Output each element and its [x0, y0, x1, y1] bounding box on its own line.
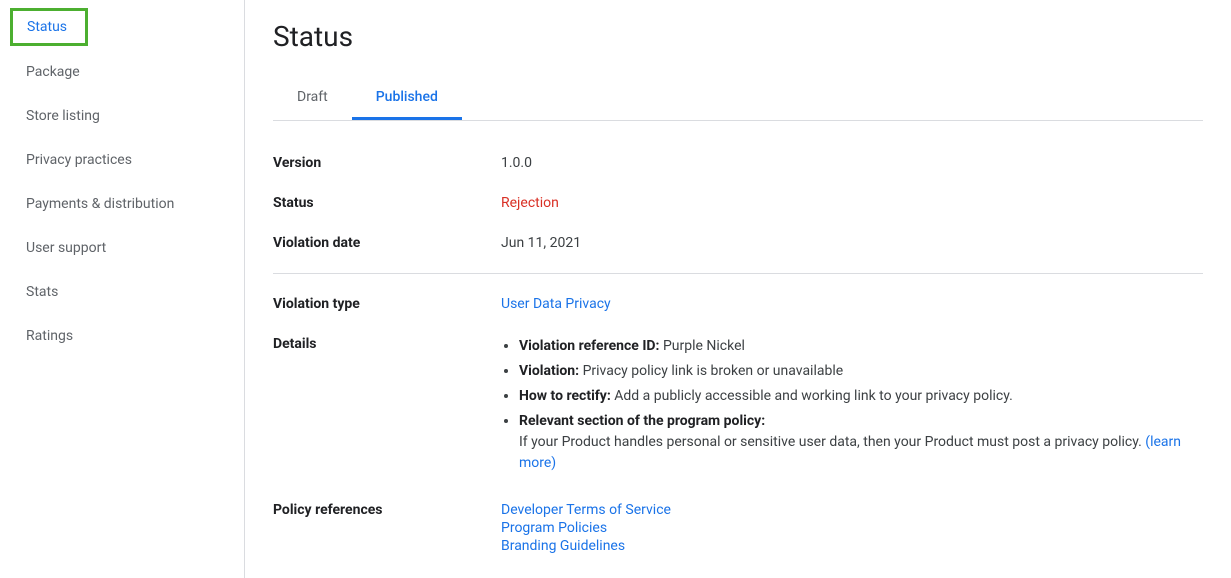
link-developer-tos[interactable]: Developer Terms of Service — [501, 502, 1203, 518]
row-violation-date: Violation date Jun 11, 2021 — [273, 235, 1203, 274]
sidebar-item-payments-distribution[interactable]: Payments & distribution — [10, 182, 244, 226]
tabs: Draft Published — [273, 77, 1203, 121]
page-title: Status — [273, 20, 1203, 53]
details-list: Violation reference ID: Purple Nickel Vi… — [501, 336, 1203, 474]
row-policy-references: Policy references Developer Terms of Ser… — [273, 502, 1203, 556]
details-label: Details — [273, 336, 501, 478]
sidebar-item-stats[interactable]: Stats — [10, 270, 244, 314]
violation-type-link[interactable]: User Data Privacy — [501, 296, 611, 312]
status-label: Status — [273, 195, 501, 211]
violation-type-label: Violation type — [273, 296, 501, 312]
version-label: Version — [273, 155, 501, 171]
policy-references-label: Policy references — [273, 502, 501, 556]
tab-draft[interactable]: Draft — [273, 77, 352, 120]
detail-violation: Violation: Privacy policy link is broken… — [519, 361, 1203, 382]
sidebar-item-user-support[interactable]: User support — [10, 226, 244, 270]
detail-relevant-section: Relevant section of the program policy: … — [519, 411, 1203, 474]
row-status: Status Rejection — [273, 195, 1203, 211]
sidebar-item-store-listing[interactable]: Store listing — [10, 94, 244, 138]
violation-date-value: Jun 11, 2021 — [501, 235, 1203, 251]
link-branding-guidelines[interactable]: Branding Guidelines — [501, 538, 1203, 554]
violation-date-label: Violation date — [273, 235, 501, 251]
row-version: Version 1.0.0 — [273, 155, 1203, 171]
sidebar-item-ratings[interactable]: Ratings — [10, 314, 244, 358]
version-value: 1.0.0 — [501, 155, 1203, 171]
detail-rectify: How to rectify: Add a publicly accessibl… — [519, 386, 1203, 407]
main-content: Status Draft Published Version 1.0.0 Sta… — [245, 0, 1231, 578]
tab-published[interactable]: Published — [352, 77, 462, 120]
link-program-policies[interactable]: Program Policies — [501, 520, 1203, 536]
sidebar-item-privacy-practices[interactable]: Privacy practices — [10, 138, 244, 182]
row-violation-type: Violation type User Data Privacy — [273, 296, 1203, 312]
detail-reference-id: Violation reference ID: Purple Nickel — [519, 336, 1203, 357]
sidebar-item-status[interactable]: Status — [10, 8, 88, 46]
sidebar: Status Package Store listing Privacy pra… — [0, 0, 245, 578]
row-details: Details Violation reference ID: Purple N… — [273, 336, 1203, 478]
status-value: Rejection — [501, 195, 1203, 211]
sidebar-item-package[interactable]: Package — [10, 50, 244, 94]
